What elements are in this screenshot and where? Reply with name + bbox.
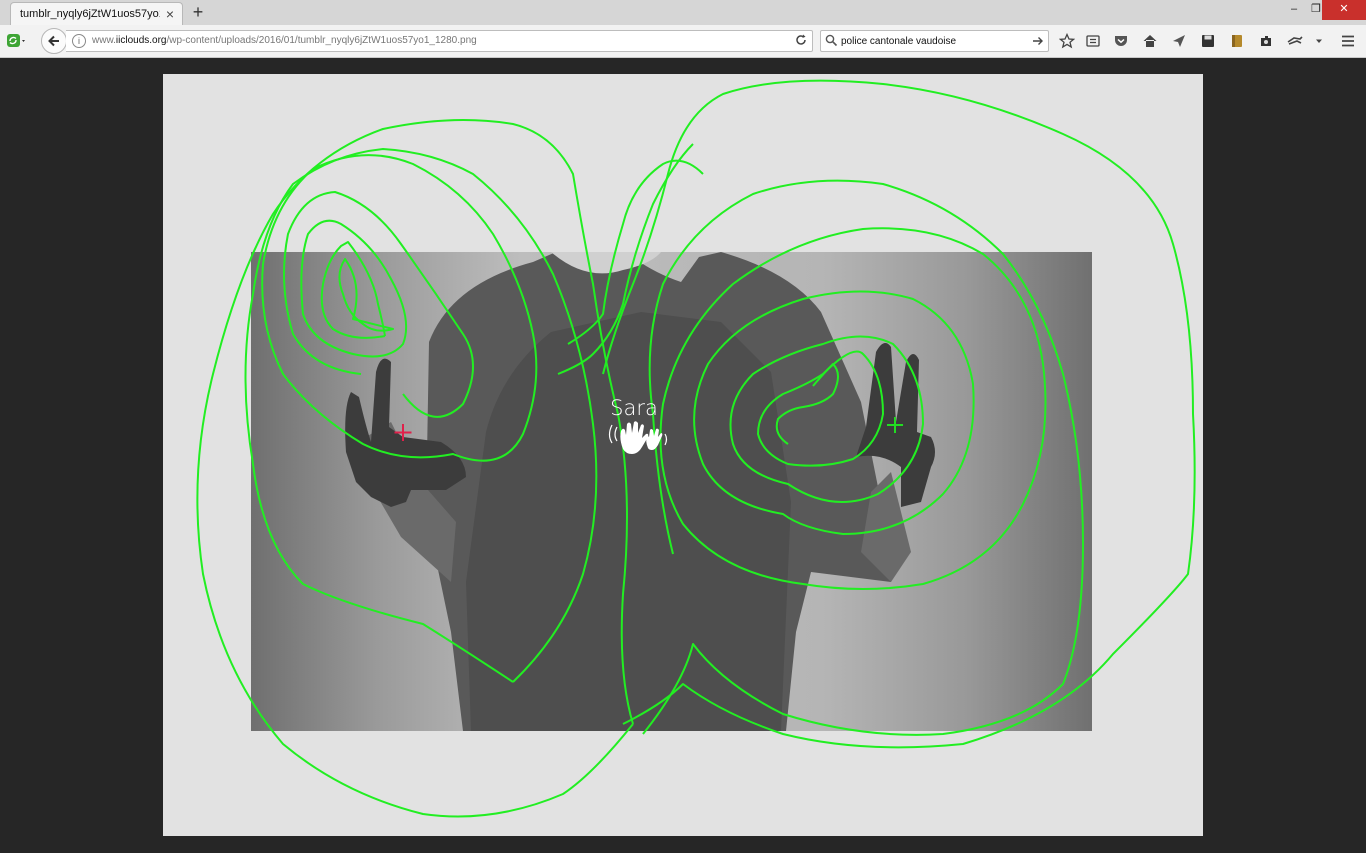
sync-icon[interactable] [6,31,28,51]
page-viewport: Sara [0,58,1366,853]
contour-lines [196,79,1196,818]
search-bar[interactable] [820,30,1049,52]
address-bar[interactable]: i www.iiclouds.org/wp-content/uploads/20… [66,30,813,52]
contour-center-2 [557,143,694,375]
overflow-icon[interactable] [1308,31,1330,51]
tab-strip: tumblr_nyqly6jZtW1uos57yo1... × + – ❐ ✕ [0,0,1366,25]
right-hand-marker [887,417,903,433]
contour-right-6 [642,179,1084,736]
menu-icon[interactable] [1337,31,1359,51]
new-tab-button[interactable]: + [190,3,206,21]
url-path: /wp-content/uploads/2016/01/tumblr_nyqly… [166,35,477,46]
left-hand-marker [394,424,412,441]
contour-left-6 [244,148,598,683]
contour-right-4 [693,290,975,535]
contour-right-2 [757,350,884,467]
back-arrow-icon [48,35,59,47]
contour-left-7 [196,119,634,818]
contour-overlay [196,79,1196,818]
navigation-bar: i www.iiclouds.org/wp-content/uploads/20… [0,25,1366,58]
browser-chrome: tumblr_nyqly6jZtW1uos57yo1... × + – ❐ ✕ … [0,0,1366,58]
contour-right-5 [659,227,1047,590]
tab-close-icon[interactable]: × [166,6,174,22]
search-go-icon[interactable] [1032,34,1044,52]
window-close-button[interactable]: ✕ [1322,0,1366,20]
search-input[interactable] [841,34,1031,48]
pocket-icon[interactable] [1110,31,1132,51]
home-icon[interactable] [1139,31,1161,51]
extension-icon[interactable] [1255,31,1277,51]
bookmark-star-icon[interactable] [1056,31,1078,51]
waving-hands-icon [608,421,668,454]
send-icon[interactable] [1168,31,1190,51]
site-info-icon[interactable]: i [72,34,86,48]
reload-icon[interactable] [794,33,808,52]
url-text[interactable]: www.iiclouds.org/wp-content/uploads/2016… [92,35,477,46]
save-icon[interactable] [1197,31,1219,51]
url-domain: iiclouds.org [115,35,167,46]
search-icon [825,34,838,52]
bookmark-icon[interactable] [1226,31,1248,51]
contour-right-1 [775,363,839,445]
extension-2-icon[interactable] [1284,31,1306,51]
url-prefix: www. [92,35,116,46]
person-name-label: Sara [610,396,658,420]
back-button[interactable] [41,28,67,54]
tab-title: tumblr_nyqly6jZtW1uos57yo1... [20,8,160,20]
minimize-button[interactable]: – [1282,0,1306,20]
displayed-image: Sara [163,74,1203,836]
active-tab[interactable]: tumblr_nyqly6jZtW1uos57yo1... × [10,2,183,25]
reading-list-icon[interactable] [1082,31,1104,51]
